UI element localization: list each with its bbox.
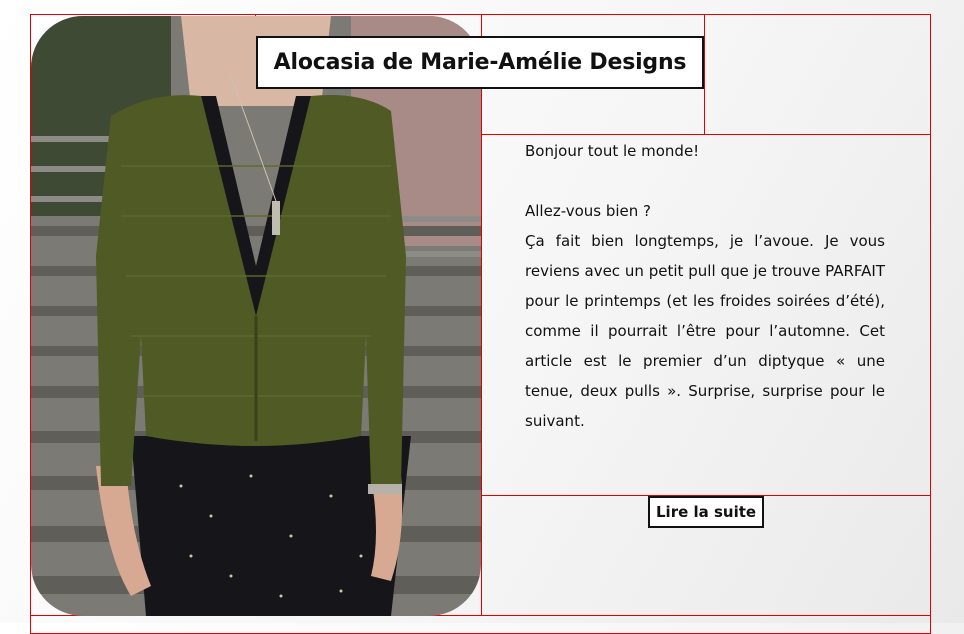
greeting-text: Bonjour tout le monde!	[525, 142, 700, 160]
question-text: Allez-vous bien ?	[525, 202, 652, 220]
body-text: Ça fait bien longtemps, je l’avoue. Je v…	[525, 232, 885, 430]
article-title: Alocasia de Marie-Amélie Designs	[273, 50, 687, 75]
article-excerpt: Bonjour tout le monde! Allez-vous bien ?…	[525, 136, 885, 436]
read-more-button[interactable]: Lire la suite	[648, 496, 765, 528]
article-photo	[31, 16, 481, 616]
sweater-photo-illustration	[31, 16, 481, 616]
article-title-box: Alocasia de Marie-Amélie Designs	[256, 36, 704, 89]
